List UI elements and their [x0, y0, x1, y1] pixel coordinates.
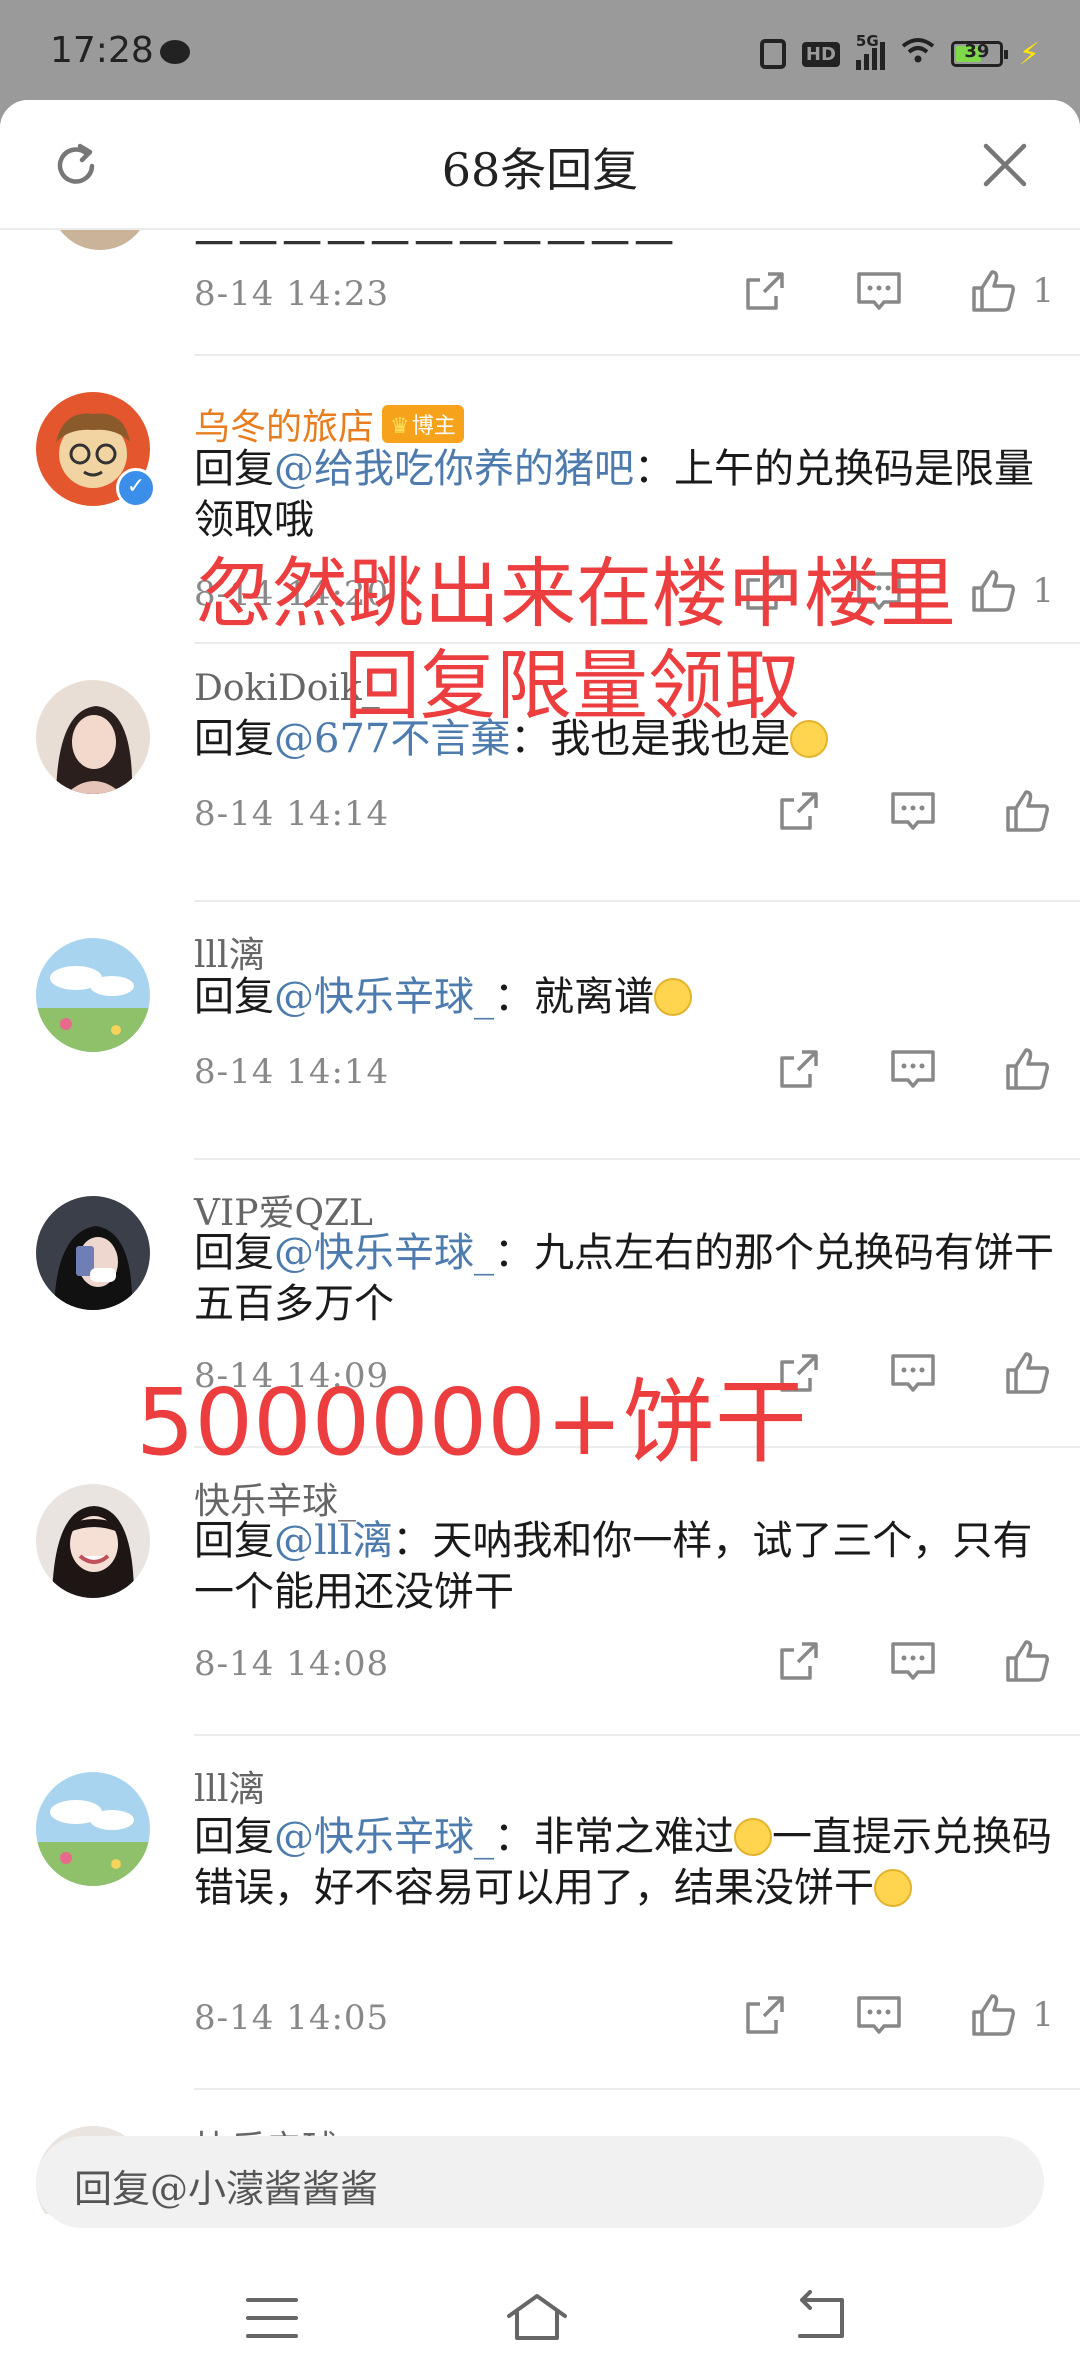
- comment-text: 回复@快乐辛球_：就离谱: [194, 972, 1054, 1023]
- comment-text: 回复@给我吃你养的猪吧：上午的兑换码是限量领取哦: [194, 446, 1034, 543]
- blogger-badge: ♛博主: [382, 405, 464, 443]
- mention-link[interactable]: @快乐辛球_: [274, 974, 494, 1020]
- thumbs-up-icon: [972, 1994, 1016, 2036]
- avatar[interactable]: [36, 680, 150, 794]
- comment-text: 回复@lll漓：天呐我和你一样，试了三个，只有一个能用还没饼干: [194, 1518, 1033, 1615]
- thumbs-up-icon: [1006, 1352, 1049, 1394]
- crown-icon: ♛: [390, 414, 410, 439]
- forward-button[interactable]: [772, 1042, 826, 1096]
- comment-timestamp: 8-14 14:14: [194, 1052, 390, 1092]
- comment-text: 回复@快乐辛球_：非常之难过 一直提示兑换码错误，好不容易可以用了，结果没饼干: [194, 1814, 1052, 1911]
- comment-icon: [891, 1354, 935, 1392]
- username[interactable]: lll漓: [194, 926, 265, 978]
- forward-button[interactable]: [772, 1634, 826, 1688]
- like-count: 1: [1032, 271, 1054, 311]
- comment-timestamp: 8-14 14:05: [194, 1998, 390, 2038]
- battery-icon: 39: [950, 41, 1008, 67]
- partial-comment-text: 一一一一一一一一一一一: [194, 230, 678, 268]
- comment-button[interactable]: [886, 1634, 940, 1688]
- like-button[interactable]: [966, 1988, 1020, 2042]
- share-icon: [780, 792, 818, 830]
- comment-button[interactable]: [886, 784, 940, 838]
- avatar[interactable]: [36, 938, 150, 1052]
- list-item: lll漓 回复@快乐辛球_：就离谱 8-14 14:14: [0, 902, 1080, 1160]
- sad-emoji-icon: [734, 1818, 772, 1856]
- avatar[interactable]: [50, 230, 150, 250]
- like-button[interactable]: [966, 264, 1020, 318]
- back-icon[interactable]: [790, 2286, 854, 2350]
- forward-button[interactable]: [738, 264, 792, 318]
- username[interactable]: lll漓: [194, 1760, 265, 1812]
- comment-icon: [891, 1642, 935, 1680]
- share-icon: [780, 1050, 818, 1088]
- username[interactable]: 乌冬的旅店 ♛博主: [194, 398, 464, 450]
- forward-button[interactable]: [738, 1988, 792, 2042]
- mention-link[interactable]: @lll漓: [274, 1518, 392, 1564]
- share-icon: [780, 1642, 818, 1680]
- thumbs-up-icon: [1006, 1640, 1049, 1682]
- wifi-icon: [901, 36, 935, 72]
- list-item: 快乐辛球_ 回复@lll漓：天呐我和你一样，试了三个，只有一个能用还没饼干 8-…: [0, 1448, 1080, 1736]
- forward-button[interactable]: [772, 784, 826, 838]
- avatar[interactable]: [36, 1484, 150, 1598]
- thumbs-up-icon: [972, 570, 1016, 612]
- share-icon: [746, 272, 785, 310]
- signal-icon: 5G: [855, 32, 885, 70]
- system-navbar: [0, 2262, 1080, 2376]
- crying-emoji-icon: [874, 1869, 912, 1907]
- comment-icon: [891, 792, 935, 830]
- home-icon[interactable]: [505, 2286, 569, 2350]
- comment-timestamp: 8-14 14:08: [194, 1644, 390, 1684]
- reply-input-placeholder: 回复@小濛酱酱酱: [74, 2167, 379, 2211]
- comment-button[interactable]: [852, 1988, 906, 2042]
- status-time: 17:28: [50, 30, 154, 71]
- avatar[interactable]: [36, 1772, 150, 1886]
- status-bar: 17:28 HD 5G 39 ⚡: [0, 0, 1080, 100]
- comment-icon: [891, 1050, 935, 1088]
- menu-icon[interactable]: [240, 2286, 304, 2350]
- thumbs-up-icon: [972, 270, 1016, 312]
- comment-text: 回复@快乐辛球_：九点左右的那个兑换码有饼干五百多万个: [194, 1230, 1054, 1327]
- like-button[interactable]: [1000, 1346, 1054, 1400]
- chat-notification-icon: [160, 40, 190, 64]
- thumbs-up-icon: [1006, 1048, 1049, 1090]
- replies-sheet: 68条回复 一一一一一一一一一一一 8-14 14:23 1 ✓ 乌冬的旅店 ♛…: [0, 100, 1080, 2376]
- mention-link[interactable]: @快乐辛球_: [274, 1814, 494, 1860]
- comment-button[interactable]: [886, 1346, 940, 1400]
- overlay-annotation: 回复限量领取: [344, 641, 800, 730]
- share-icon: [746, 1996, 785, 2034]
- thumbs-up-icon: [1006, 790, 1049, 832]
- close-icon[interactable]: [982, 142, 1028, 188]
- sheet-header: 68条回复: [0, 100, 1080, 230]
- like-button[interactable]: [966, 564, 1020, 618]
- like-button[interactable]: [1000, 1042, 1054, 1096]
- hd-icon: HD: [801, 41, 840, 67]
- comment-button[interactable]: [886, 1042, 940, 1096]
- avatar[interactable]: [36, 1196, 150, 1310]
- comment-icon: [857, 272, 902, 310]
- like-count: 1: [1032, 1995, 1054, 2035]
- mention-link[interactable]: @快乐辛球_: [274, 1230, 494, 1276]
- list-item: lll漓 回复@快乐辛球_：非常之难过 一直提示兑换码错误，好不容易可以用了，结果…: [0, 1736, 1080, 2090]
- verified-icon: ✓: [116, 468, 156, 508]
- comment-button[interactable]: [852, 264, 906, 318]
- page-title: 68条回复: [441, 143, 639, 197]
- reply-input[interactable]: 回复@小濛酱酱酱: [36, 2136, 1044, 2228]
- like-count: 1: [1032, 571, 1054, 611]
- like-button[interactable]: [1000, 784, 1054, 838]
- overlay-annotation: 5000000+饼干: [136, 1369, 807, 1476]
- comment-icon: [857, 1996, 902, 2034]
- facepalm-emoji-icon: [654, 978, 692, 1016]
- comment-timestamp: 8-14 14:14: [194, 794, 390, 834]
- like-button[interactable]: [1000, 1634, 1054, 1688]
- mention-link[interactable]: @给我吃你养的猪吧: [274, 446, 634, 492]
- charging-icon: ⚡: [1018, 36, 1040, 72]
- comment-timestamp: 8-14 14:23: [194, 274, 390, 314]
- vibrate-icon: [759, 39, 786, 69]
- reply-list[interactable]: 一一一一一一一一一一一 8-14 14:23 1 ✓ 乌冬的旅店 ♛博主 回复@给…: [0, 230, 1080, 2214]
